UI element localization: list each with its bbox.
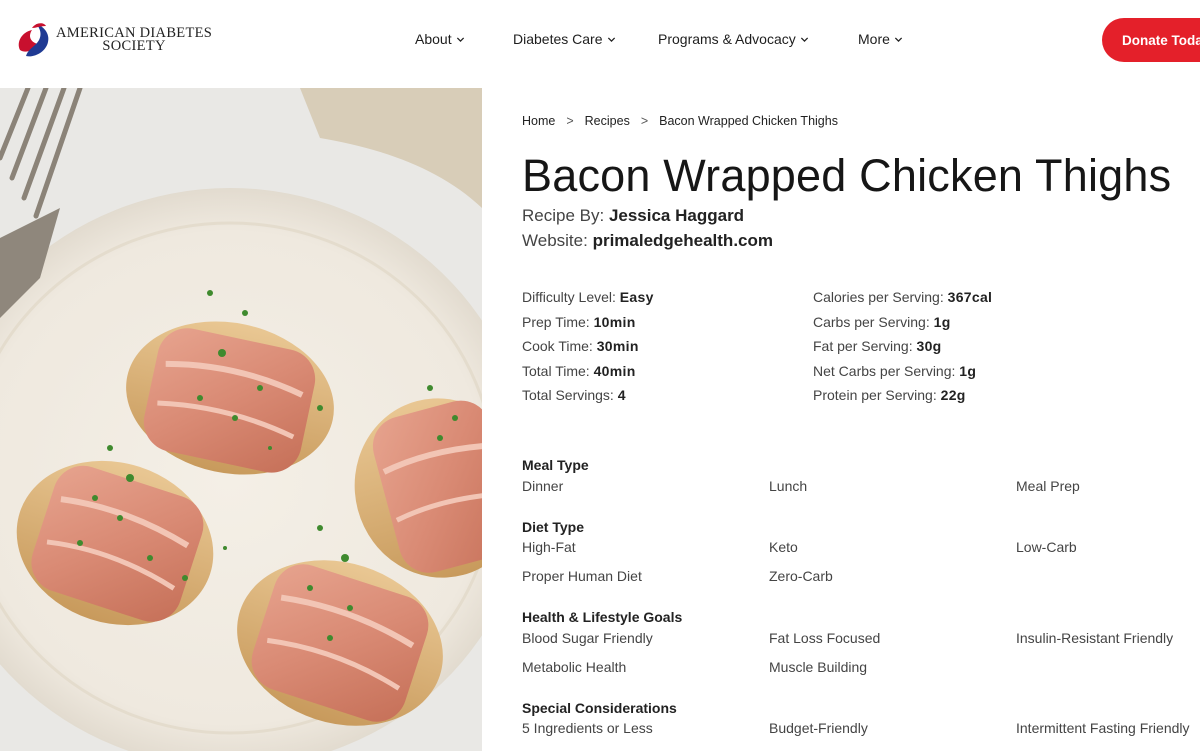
logo-wordmark: AMERICAN DIABETES SOCIETY xyxy=(56,26,212,54)
site-header: AMERICAN DIABETES SOCIETY About Diabetes… xyxy=(0,0,1200,88)
tag-item[interactable]: Blood Sugar Friendly xyxy=(522,630,653,646)
stat-value: 367cal xyxy=(947,289,993,305)
stat-value: 40min xyxy=(593,363,636,379)
logo-emblem-icon xyxy=(18,23,49,57)
chevron-down-icon xyxy=(456,36,464,42)
tag-item[interactable]: Fat Loss Focused xyxy=(769,630,880,646)
tag-item[interactable]: Intermittent Fasting Friendly xyxy=(1016,720,1190,736)
breadcrumb-separator: > xyxy=(566,114,574,128)
tag-item[interactable]: Budget-Friendly xyxy=(769,720,868,736)
stat-label: Net Carbs per Serving: xyxy=(813,363,960,379)
chevron-down-icon xyxy=(607,36,615,42)
stat-value: 1g xyxy=(959,363,977,379)
stat-fat: Fat per Serving: 30g xyxy=(813,338,942,354)
nav-item-label: More xyxy=(858,31,890,47)
stat-label: Total Servings: xyxy=(522,387,618,403)
tag-item[interactable]: Zero-Carb xyxy=(769,568,833,584)
tag-item[interactable]: Dinner xyxy=(522,478,563,494)
stat-prep-time: Prep Time: 10min xyxy=(522,314,636,330)
meal-type-heading: Meal Type xyxy=(522,457,589,473)
stat-label: Total Time: xyxy=(522,363,594,379)
stat-protein: Protein per Serving: 22g xyxy=(813,387,966,403)
breadcrumb-separator: > xyxy=(640,114,649,128)
stat-value: 1g xyxy=(933,314,951,330)
nav-item-about[interactable]: About xyxy=(415,31,465,47)
tag-item[interactable]: High-Fat xyxy=(522,539,576,555)
recipe-photo-illustration xyxy=(0,88,482,751)
nav-item-more[interactable]: More xyxy=(858,31,903,47)
breadcrumb: Home > Recipes > Bacon Wrapped Chicken T… xyxy=(522,114,838,128)
stat-label: Difficulty Level: xyxy=(522,289,620,305)
tag-item[interactable]: Insulin-Resistant Friendly xyxy=(1016,630,1173,646)
diet-type-heading: Diet Type xyxy=(522,519,584,535)
stat-total-servings: Total Servings: 4 xyxy=(522,387,626,403)
stat-label: Carbs per Serving: xyxy=(813,314,934,330)
stat-value: 30min xyxy=(596,338,639,354)
stat-value: 10min xyxy=(593,314,636,330)
recipe-author: Recipe By: Jessica Haggard xyxy=(522,206,744,226)
logo-line-2: SOCIETY xyxy=(102,38,166,54)
stat-value: 4 xyxy=(617,387,626,403)
tag-item[interactable]: Lunch xyxy=(769,478,807,494)
author-label: Recipe By: xyxy=(522,206,609,225)
stat-calories: Calories per Serving: 367cal xyxy=(813,289,992,305)
stat-difficulty: Difficulty Level: Easy xyxy=(522,289,654,305)
tag-item[interactable]: Metabolic Health xyxy=(522,659,626,675)
nav-item-diabetes-care[interactable]: Diabetes Care xyxy=(513,31,616,47)
breadcrumb-recipes[interactable]: Recipes xyxy=(585,114,630,128)
website-link[interactable]: primaledgehealth.com xyxy=(593,231,773,250)
stat-label: Calories per Serving: xyxy=(813,289,948,305)
chevron-down-icon xyxy=(800,36,808,42)
recipe-title: Bacon Wrapped Chicken Thighs xyxy=(522,150,1172,201)
stat-net-carbs: Net Carbs per Serving: 1g xyxy=(813,363,976,379)
stat-label: Prep Time: xyxy=(522,314,594,330)
tag-item[interactable]: Meal Prep xyxy=(1016,478,1080,494)
special-considerations-heading: Special Considerations xyxy=(522,700,677,716)
recipe-photo xyxy=(0,88,482,751)
breadcrumb-current: Bacon Wrapped Chicken Thighs xyxy=(659,114,838,128)
stat-value: 22g xyxy=(940,387,966,403)
author-name: Jessica Haggard xyxy=(608,206,745,225)
nav-item-label: Diabetes Care xyxy=(513,31,603,47)
website-label: Website: xyxy=(522,231,593,250)
recipe-website: Website: primaledgehealth.com xyxy=(522,231,773,251)
health-goals-heading: Health & Lifestyle Goals xyxy=(522,609,683,625)
tag-item[interactable]: Low-Carb xyxy=(1016,539,1077,555)
breadcrumb-home[interactable]: Home xyxy=(522,114,555,128)
nav-item-label: Programs & Advocacy xyxy=(658,31,796,47)
tag-item[interactable]: Proper Human Diet xyxy=(522,568,642,584)
tag-item[interactable]: Muscle Building xyxy=(769,659,867,675)
stat-label: Cook Time: xyxy=(522,338,597,354)
nav-item-label: About xyxy=(415,31,452,47)
stat-total-time: Total Time: 40min xyxy=(522,363,636,379)
site-logo[interactable]: AMERICAN DIABETES SOCIETY xyxy=(12,20,212,60)
donate-button[interactable]: Donate Today xyxy=(1102,18,1200,62)
stat-label: Protein per Serving: xyxy=(813,387,941,403)
nav-item-programs-advocacy[interactable]: Programs & Advocacy xyxy=(658,31,809,47)
stat-carbs: Carbs per Serving: 1g xyxy=(813,314,951,330)
stat-label: Fat per Serving: xyxy=(813,338,917,354)
recipe-details: Home > Recipes > Bacon Wrapped Chicken T… xyxy=(522,88,1200,751)
chevron-down-icon xyxy=(894,36,903,42)
tag-item[interactable]: Keto xyxy=(769,539,798,555)
stat-cook-time: Cook Time: 30min xyxy=(522,338,639,354)
stat-value: 30g xyxy=(916,338,942,354)
tag-item[interactable]: 5 Ingredients or Less xyxy=(522,720,653,736)
stat-value: Easy xyxy=(619,289,654,305)
